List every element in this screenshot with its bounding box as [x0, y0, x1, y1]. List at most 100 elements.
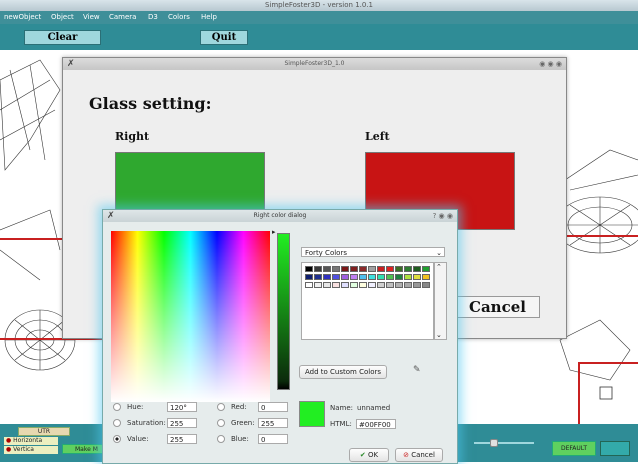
menu-newobject[interactable]: newObject [4, 11, 41, 24]
vertical-option[interactable]: ● Vertica [4, 446, 58, 454]
palette-swatch[interactable] [359, 282, 367, 288]
palette-swatch[interactable] [350, 282, 358, 288]
menu-camera[interactable]: Camera [109, 11, 136, 24]
palette-swatch[interactable] [332, 266, 340, 272]
scroll-up-icon[interactable]: ⌃ [436, 263, 442, 271]
menu-colors[interactable]: Colors [168, 11, 190, 24]
main-title-bar: SimpleFoster3D - version 1.0.1 [0, 0, 638, 11]
palette-swatch[interactable] [323, 266, 331, 272]
palette-swatch[interactable] [413, 274, 421, 280]
palette-swatch[interactable] [323, 274, 331, 280]
palette-swatch[interactable] [314, 282, 322, 288]
green-radio[interactable] [217, 419, 225, 427]
palette-swatch[interactable] [341, 274, 349, 280]
make-button[interactable]: Make M [62, 444, 104, 454]
saturation-label: Saturation: [127, 419, 166, 427]
red-label: Red: [231, 403, 247, 411]
red-spinbox[interactable]: 0 [258, 402, 288, 412]
palette-swatch[interactable] [386, 274, 394, 280]
palette-swatch[interactable] [377, 274, 385, 280]
hue-label: Hue: [127, 403, 144, 411]
toolbar: Clear Quit [0, 24, 638, 50]
quit-button[interactable]: Quit [200, 30, 248, 45]
hue-spinbox[interactable]: 120° [167, 402, 197, 412]
red-radio[interactable] [217, 403, 225, 411]
color-spectrum-picker[interactable] [111, 231, 270, 402]
red-outline [578, 362, 638, 364]
palette-swatch[interactable] [422, 282, 430, 288]
slider-track[interactable] [474, 442, 534, 444]
menu-view[interactable]: View [83, 11, 100, 24]
blue-label: Blue: [231, 435, 249, 443]
window-controls-icon[interactable]: ◉ ◉ ◉ [539, 58, 562, 70]
palette-scrollbar[interactable]: ⌃ ⌄ [434, 262, 447, 340]
palette-swatch[interactable] [368, 266, 376, 272]
menu-object[interactable]: Object [51, 11, 74, 24]
green-spinbox[interactable]: 255 [258, 418, 288, 428]
scroll-down-icon[interactable]: ⌄ [436, 331, 442, 339]
add-custom-colors-button[interactable]: Add to Custom Colors [299, 365, 387, 379]
palette-swatch[interactable] [350, 266, 358, 272]
bottom-button[interactable] [600, 441, 630, 456]
palette-swatch[interactable] [323, 282, 331, 288]
palette-swatch[interactable] [341, 282, 349, 288]
color-ok-button[interactable]: ✔ OK [349, 448, 389, 462]
eyedropper-icon[interactable]: ✎ [413, 365, 421, 375]
palette-swatch[interactable] [404, 266, 412, 272]
palette-swatch[interactable] [359, 266, 367, 272]
palette-swatch[interactable] [305, 274, 313, 280]
blue-radio[interactable] [217, 435, 225, 443]
glass-cancel-button[interactable]: Cancel [455, 296, 540, 318]
palette-swatch[interactable] [404, 274, 412, 280]
palette-swatch[interactable] [377, 282, 385, 288]
palette-swatch[interactable] [413, 282, 421, 288]
glass-dialog-title: SimpleFoster3D_1.0 [284, 60, 345, 67]
palette-swatch[interactable] [377, 266, 385, 272]
red-outline [578, 362, 580, 424]
menu-bar: newObject Object View Camera D3 Colors H… [0, 11, 638, 24]
value-radio[interactable] [113, 435, 121, 443]
palette-swatch[interactable] [395, 274, 403, 280]
horizontal-option[interactable]: ● Horizonta [4, 437, 58, 445]
luminance-arrow-icon[interactable]: ▸ [272, 228, 276, 236]
blue-spinbox[interactable]: 0 [258, 434, 288, 444]
palette-select[interactable]: Forty Colors ⌄ [301, 247, 445, 257]
saturation-radio[interactable] [113, 419, 121, 427]
palette-swatch[interactable] [341, 266, 349, 272]
palette-swatch[interactable] [332, 274, 340, 280]
color-cancel-button[interactable]: ⊘ Cancel [395, 448, 443, 462]
window-controls-icon[interactable]: ? ◉ ◉ [433, 210, 453, 222]
palette-swatch[interactable] [359, 274, 367, 280]
palette-swatch[interactable] [413, 266, 421, 272]
glass-dialog-title-bar: SimpleFoster3D_1.0 ✗ ◉ ◉ ◉ [63, 58, 566, 70]
palette-swatch[interactable] [368, 282, 376, 288]
palette-swatch[interactable] [332, 282, 340, 288]
palette-swatch[interactable] [314, 266, 322, 272]
palette-swatch[interactable] [404, 282, 412, 288]
default-button[interactable]: DEFAULT [552, 441, 596, 456]
palette-swatch[interactable] [314, 274, 322, 280]
html-label: HTML: [330, 420, 352, 428]
color-cancel-label: Cancel [411, 451, 435, 459]
name-label: Name: [330, 404, 354, 412]
html-input[interactable]: #00FF00 [356, 419, 396, 429]
palette-swatch[interactable] [368, 274, 376, 280]
palette-swatch[interactable] [305, 282, 313, 288]
palette-swatch[interactable] [395, 266, 403, 272]
palette-swatch[interactable] [422, 266, 430, 272]
palette-swatch[interactable] [395, 282, 403, 288]
slider-handle[interactable] [490, 439, 498, 447]
hue-radio[interactable] [113, 403, 121, 411]
palette-swatch[interactable] [386, 282, 394, 288]
menu-help[interactable]: Help [201, 11, 217, 24]
palette-swatch[interactable] [422, 274, 430, 280]
menu-d3[interactable]: D3 [148, 11, 158, 24]
saturation-spinbox[interactable]: 255 [167, 418, 197, 428]
app-logo-icon: ✗ [107, 211, 115, 221]
palette-swatch[interactable] [305, 266, 313, 272]
palette-swatch[interactable] [350, 274, 358, 280]
value-spinbox[interactable]: 255 [167, 434, 197, 444]
clear-button[interactable]: Clear [24, 30, 101, 45]
luminance-slider[interactable] [277, 233, 290, 390]
palette-swatch[interactable] [386, 266, 394, 272]
